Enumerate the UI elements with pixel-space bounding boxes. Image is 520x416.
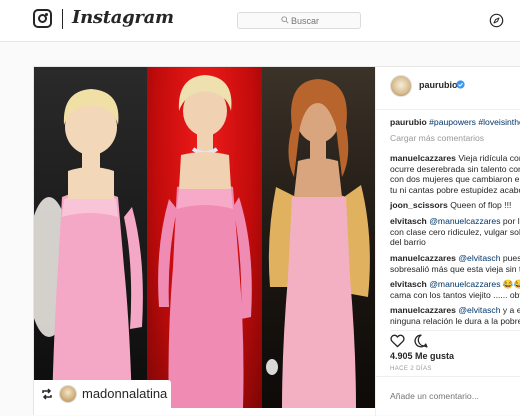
comment-mention[interactable]: @elvitasch xyxy=(458,253,500,263)
comment-item: manuelcazzares @elvitasch y a esta xyxy=(390,305,520,316)
repost-badge[interactable]: madonnalatina xyxy=(34,380,171,408)
compass-icon[interactable] xyxy=(489,13,504,28)
photo-panel-2 xyxy=(147,67,262,408)
comment-username[interactable]: manuelcazzares xyxy=(390,253,456,263)
instagram-glyph-icon[interactable] xyxy=(33,9,52,28)
post-card: madonnalatina paurubio paurubio #paupowe… xyxy=(33,66,520,416)
post-actions xyxy=(390,330,520,350)
comment-item: elvitasch @manuelcazzares por lo menos xyxy=(390,216,520,227)
caption-hashtags[interactable]: #paupowers #loveisintheair #showmelove xyxy=(429,117,520,127)
comment-item: joon_scissors Queen of flop !!! xyxy=(390,200,520,211)
search-input[interactable] xyxy=(291,14,357,27)
instagram-wordmark[interactable]: Instagram xyxy=(72,7,174,28)
search-box[interactable] xyxy=(237,12,361,29)
comment-username[interactable]: elvitasch xyxy=(390,216,427,226)
search-icon xyxy=(281,16,289,24)
top-nav: Instagram xyxy=(0,0,520,42)
figure-pink-gown-2 xyxy=(158,75,252,408)
comment-text-line: ocurre deserebrada sin talento comparart… xyxy=(390,163,520,174)
comment-text: Queen of flop !!! xyxy=(450,200,512,210)
add-comment-bar xyxy=(376,376,520,416)
author-avatar[interactable] xyxy=(390,75,412,97)
author-username[interactable]: paurubio xyxy=(419,80,458,90)
heart-icon[interactable] xyxy=(390,334,405,348)
figure-pink-gown-3 xyxy=(266,79,370,408)
comment-item: manuelcazzares @elvitasch pues that xyxy=(390,253,520,264)
comment-text-line: tu ni cantas pobre estupidez acabo de xyxy=(390,184,520,195)
comment-username[interactable]: manuelcazzares xyxy=(390,305,456,315)
post-sidebar: paurubio paurubio #paupowers #loveisinth… xyxy=(375,67,520,416)
verified-badge-icon xyxy=(456,80,465,89)
figure-pink-gown-1 xyxy=(34,89,143,408)
comment-text: Vieja ridícula como se le xyxy=(458,153,520,163)
caption-username[interactable]: paurubio xyxy=(390,117,427,127)
comment-text: por lo menos xyxy=(502,216,520,226)
comment-item: manuelcazzares Vieja ridícula como se le xyxy=(390,153,520,164)
comment-username[interactable]: joon_scissors xyxy=(390,200,448,210)
comment-text-line: cama con los tantos viejito ...... obvio xyxy=(390,289,520,300)
comment-text-line: ninguna relación le dura a la pobre xyxy=(390,315,520,326)
comment-text-line: del barrio xyxy=(390,237,426,247)
comment-bubble-icon[interactable] xyxy=(414,334,428,348)
repost-icon xyxy=(42,388,52,400)
comment-item: elvitasch @manuelcazzares 😂😂😂 xyxy=(390,279,520,290)
brand-divider xyxy=(62,9,63,29)
comment-text: pues that xyxy=(502,253,520,263)
comment-text-line: con clase cero ridiculez, vulgar solo th… xyxy=(390,226,520,237)
repost-account-name[interactable]: madonnalatina xyxy=(82,386,167,401)
comment-username[interactable]: elvitasch xyxy=(390,279,427,289)
like-count[interactable]: 4.905 Me gusta xyxy=(390,351,454,361)
comment-mention[interactable]: @manuelcazzares xyxy=(429,216,500,226)
post-photo[interactable]: madonnalatina xyxy=(34,67,375,408)
load-more-comments[interactable]: Cargar más comentarios xyxy=(390,133,520,144)
caption: paurubio #paupowers #loveisintheair #sho… xyxy=(390,117,520,128)
comment-emoji: 😂😂😂 xyxy=(502,279,520,289)
repost-account-avatar[interactable] xyxy=(59,385,77,403)
comment-mention[interactable]: @manuelcazzares xyxy=(429,279,500,289)
comment-text: y a esta xyxy=(502,305,520,315)
post-header: paurubio xyxy=(376,67,520,110)
comment-username[interactable]: manuelcazzares xyxy=(390,153,456,163)
comment-text-line: sobresalió más que esta vieja sin talent… xyxy=(390,263,520,274)
add-comment-input[interactable] xyxy=(390,389,510,403)
photo-panel-1 xyxy=(34,67,147,408)
photo-panel-3 xyxy=(262,67,375,408)
post-timestamp[interactable]: HACE 2 DÍAS xyxy=(390,366,432,372)
comment-text-line: con dos mujeres que cambiaron el mundo xyxy=(390,174,520,184)
comment-mention[interactable]: @elvitasch xyxy=(458,305,500,315)
